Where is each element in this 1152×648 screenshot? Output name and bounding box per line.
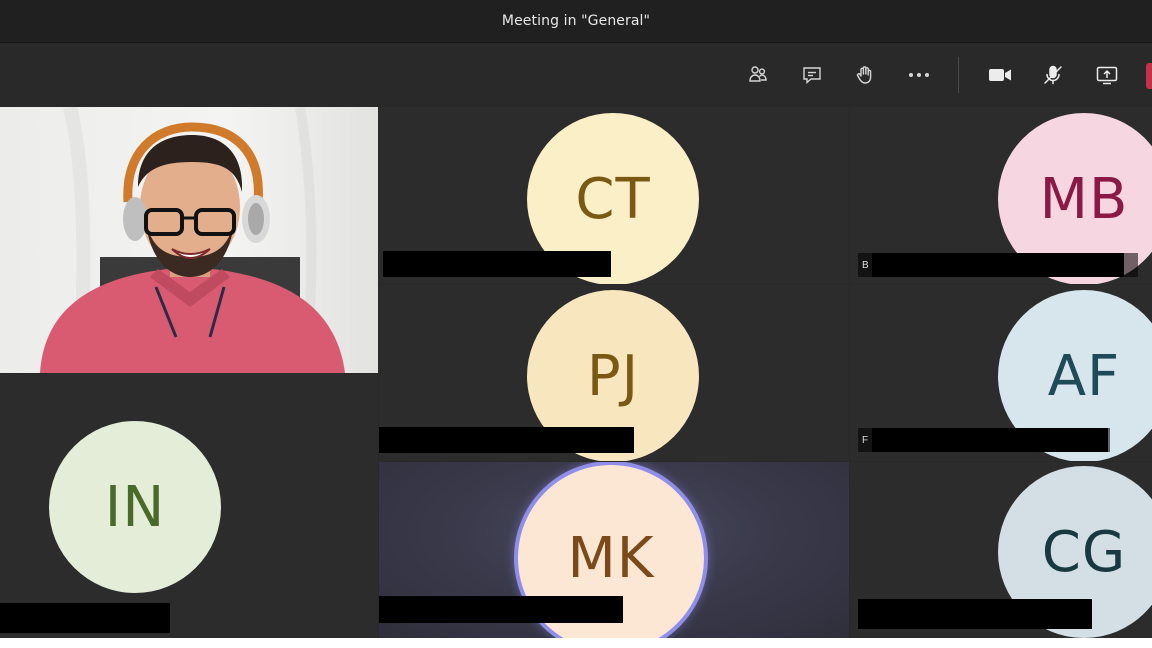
raise-hand-button[interactable] (849, 59, 881, 91)
title-bar: Meeting in "General" (0, 0, 1152, 43)
redacted-name-label (872, 428, 1108, 452)
name-plate-prefix: B (862, 259, 869, 271)
raise-hand-icon (856, 66, 872, 84)
avatar-initials: CT (575, 166, 651, 232)
more-actions-button[interactable] (903, 59, 935, 91)
redacted-name-label (379, 596, 623, 623)
participant-avatar: IN (49, 421, 221, 593)
participant-tile-cg[interactable]: CG (850, 462, 1152, 638)
share-screen-button[interactable] (1091, 59, 1123, 91)
show-conversation-button[interactable] (796, 59, 828, 91)
microphone-toggle-button[interactable] (1037, 59, 1069, 91)
participant-tile-mb[interactable]: MB B (850, 107, 1152, 284)
participant-tile-pj[interactable]: PJ (379, 285, 849, 461)
redacted-name-label (379, 427, 634, 453)
name-plate-prefix: F (862, 434, 869, 446)
toolbar-divider (958, 57, 959, 93)
people-icon (749, 66, 767, 82)
camera-icon (989, 69, 1011, 81)
chat-icon (803, 67, 821, 85)
participant-tile-ct[interactable]: CT (379, 107, 849, 284)
redacted-name-label (383, 251, 611, 277)
more-options-icon (909, 73, 929, 77)
window-title: Meeting in "General" (501, 13, 651, 29)
avatar-initials: PJ (586, 343, 640, 409)
mic-muted-icon (1044, 65, 1062, 85)
participant-tile-mk-active-speaker[interactable]: MK (379, 462, 849, 638)
participant-tile-in[interactable]: IN (0, 374, 378, 638)
avatar-initials: MB (1039, 166, 1129, 232)
redacted-name-label (0, 603, 170, 633)
camera-toggle-button[interactable] (984, 59, 1016, 91)
avatar-initials: CG (1041, 519, 1127, 585)
participant-video-feed (0, 107, 378, 373)
avatar-initials: MK (567, 525, 655, 591)
teams-meeting-window: Meeting in "General" CT MB B PJ AF F IN … (0, 0, 1152, 648)
video-gallery: CT MB B PJ AF F IN MK CG (0, 107, 1152, 638)
window-bottom-edge (0, 638, 1152, 648)
avatar-initials: AF (1047, 343, 1121, 409)
participant-tile-af[interactable]: AF F (850, 285, 1152, 461)
redacted-name-label (858, 599, 1092, 629)
share-screen-icon (1096, 66, 1118, 85)
meeting-toolbar (0, 43, 1152, 107)
leave-call-button[interactable] (1146, 63, 1152, 89)
redacted-name-label (872, 253, 1124, 277)
participant-video-tile[interactable] (0, 107, 378, 373)
avatar-initials: IN (104, 474, 166, 540)
show-participants-button[interactable] (742, 59, 774, 91)
